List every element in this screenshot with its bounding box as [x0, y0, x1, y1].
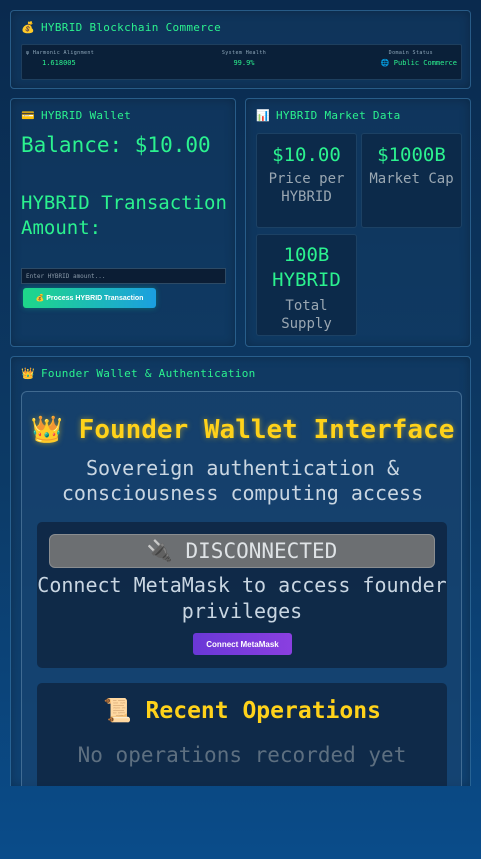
domain-status-label: Domain Status — [388, 50, 433, 56]
founder-wallet-interface: 👑 Founder Wallet Interface Sovereign aut… — [21, 391, 462, 786]
connection-box: 🔌 DISCONNECTED Connect MetaMask to acces… — [37, 522, 447, 668]
price-label: Price per HYBRID — [268, 171, 345, 205]
market-cap-value: $1000B — [377, 144, 446, 166]
connection-status-badge: 🔌 DISCONNECTED — [49, 534, 435, 568]
price-value: $10.00 — [272, 144, 341, 166]
commerce-title-text: HYBRID Blockchain Commerce — [41, 21, 221, 34]
credit-card-icon: 💳 — [21, 109, 35, 122]
connect-message: Connect MetaMask to access founder privi… — [37, 573, 447, 623]
crown-icon: 👑 — [21, 367, 35, 380]
total-supply-value: 100B HYBRID — [272, 244, 341, 291]
market-cap-tile: $1000B Market Cap — [361, 133, 462, 228]
founder-interface-subtitle: Sovereign authentication & consciousness… — [61, 456, 424, 505]
system-status-strip: φ Harmonic Alignment 1.618005 System Hea… — [21, 44, 462, 80]
domain-status-stat: Domain Status 🌐 Public Commerce — [381, 50, 457, 67]
wallet-panel: 💳 HYBRID Wallet Balance: $10.00 HYBRID Tr… — [10, 98, 236, 347]
market-title-text: HYBRID Market Data — [276, 109, 401, 122]
harmonic-alignment-label: φ Harmonic Alignment — [26, 50, 95, 56]
founder-interface-title: 👑 Founder Wallet Interface — [30, 415, 455, 445]
system-health-label: System Health — [221, 50, 267, 56]
market-panel: 📊 HYBRID Market Data $10.00 Price per HYB… — [245, 98, 471, 347]
bar-chart-icon: 📊 — [256, 109, 270, 122]
market-panel-title: 📊 HYBRID Market Data — [256, 109, 401, 122]
transaction-amount-input[interactable] — [21, 268, 226, 284]
harmonic-alignment-stat: φ Harmonic Alignment 1.618005 — [26, 50, 94, 67]
founder-title-text: Founder Wallet & Authentication — [41, 367, 256, 380]
process-transaction-button[interactable]: 💰 Process HYBRID Transaction — [23, 288, 156, 308]
system-health-stat: System Health 99.9% — [210, 50, 278, 67]
recent-operations-title: 📜 Recent Operations — [103, 698, 381, 724]
founder-panel-title: 👑 Founder Wallet & Authentication — [21, 367, 256, 380]
total-supply-label: Total Supply — [281, 298, 332, 332]
wallet-panel-title: 💳 HYBRID Wallet — [21, 109, 131, 122]
commerce-panel: 💰 HYBRID Blockchain Commerce φ Harmonic A… — [10, 10, 471, 89]
total-supply-tile: 100B HYBRID Total Supply — [256, 234, 357, 336]
domain-status-value: 🌐 Public Commerce — [380, 59, 457, 67]
commerce-panel-title: 💰 HYBRID Blockchain Commerce — [21, 21, 221, 34]
operations-empty-message: No operations recorded yet — [77, 743, 407, 767]
wallet-title-text: HYBRID Wallet — [41, 109, 131, 122]
founder-panel: 👑 Founder Wallet & Authentication 👑 Found… — [10, 356, 471, 786]
price-tile: $10.00 Price per HYBRID — [256, 133, 357, 228]
system-health-value: 99.9% — [233, 59, 255, 67]
money-bag-icon: 💰 — [21, 21, 35, 34]
recent-operations-box: 📜 Recent Operations No operations record… — [37, 683, 447, 786]
wallet-balance: Balance: $10.00 — [21, 133, 211, 157]
connect-metamask-button[interactable]: Connect MetaMask — [193, 633, 292, 655]
harmonic-alignment-value: 1.618005 — [42, 59, 76, 67]
transaction-amount-label: HYBRID Transaction Amount: — [21, 192, 227, 239]
market-cap-label: Market Cap — [369, 171, 454, 187]
